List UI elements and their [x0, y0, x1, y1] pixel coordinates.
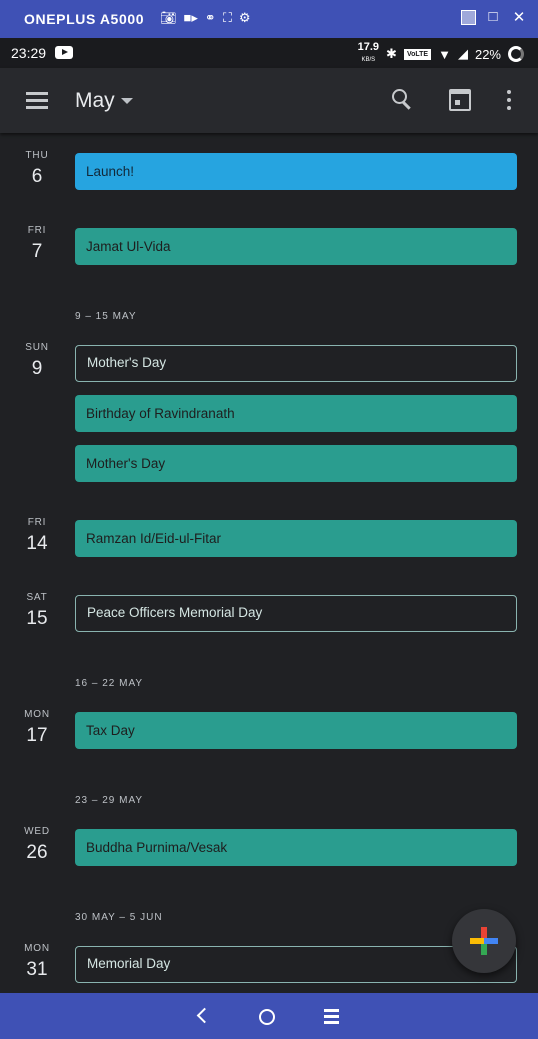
- network-speed: 17.9 KB/S: [357, 41, 380, 65]
- back-icon[interactable]: [196, 1007, 213, 1024]
- weekday: FRI: [27, 517, 47, 528]
- weekday: WED: [24, 826, 50, 837]
- day-label[interactable]: THU 6: [18, 150, 56, 188]
- emulator-toolbar: 📷︎ ■▸ ⚭ ⛶ ⚙︎: [160, 10, 251, 26]
- home-icon[interactable]: [259, 1009, 275, 1025]
- day-label[interactable]: FRI 7: [18, 225, 56, 263]
- battery-percent: 22%: [474, 46, 501, 62]
- event-chip[interactable]: Launch!: [75, 153, 517, 190]
- event-chip[interactable]: Mother's Day: [75, 345, 517, 382]
- event-chip[interactable]: Memorial Day: [75, 946, 517, 983]
- weekday: SAT: [26, 592, 48, 603]
- day-label[interactable]: SAT 15: [18, 592, 56, 630]
- device-title: ONEPLUS A5000: [24, 11, 145, 27]
- dropdown-caret-icon: [120, 98, 133, 105]
- event-chip[interactable]: Peace Officers Memorial Day: [75, 595, 517, 632]
- youtube-icon: [55, 46, 73, 59]
- fullscreen-icon[interactable]: ⛶: [223, 10, 232, 26]
- event-chip[interactable]: Tax Day: [75, 712, 517, 749]
- speed-value: 17.9: [357, 41, 380, 53]
- day-number: 14: [26, 533, 48, 554]
- settings-icon[interactable]: ⚙︎: [239, 10, 251, 26]
- maximize-icon[interactable]: □: [484, 8, 502, 26]
- hamburger-menu-icon[interactable]: [26, 92, 48, 109]
- search-icon[interactable]: [392, 89, 414, 111]
- weekday: SUN: [25, 342, 49, 353]
- event-chip[interactable]: Buddha Purnima/Vesak: [75, 829, 517, 866]
- day-label[interactable]: FRI 14: [18, 517, 56, 555]
- emulator-title-bar: ONEPLUS A5000 📷︎ ■▸ ⚭ ⛶ ⚙︎ □ ✕: [0, 0, 538, 38]
- status-time: 23:29: [11, 45, 47, 61]
- day-number: 9: [31, 358, 43, 379]
- battery-icon: [508, 46, 524, 62]
- more-options-icon[interactable]: [506, 90, 512, 112]
- video-icon[interactable]: ■▸: [184, 10, 198, 26]
- event-chip[interactable]: Birthday of Ravindranath: [75, 395, 517, 432]
- day-number: 6: [31, 166, 43, 187]
- today-calendar-icon[interactable]: [449, 89, 471, 111]
- month-selector[interactable]: May: [75, 89, 133, 113]
- week-range-header: 23 – 29 MAY: [75, 795, 144, 806]
- agenda-list[interactable]: THU 6 Launch! FRI 7 Jamat Ul-Vida 9 – 15 MAY SU…: [0, 133, 538, 993]
- day-label[interactable]: SUN 9: [18, 342, 56, 380]
- week-range-header: 30 MAY – 5 JUN: [75, 912, 163, 923]
- volte-badge: VoLTE: [403, 48, 432, 60]
- event-chip[interactable]: Mother's Day: [75, 445, 517, 482]
- day-number: 7: [31, 241, 43, 262]
- event-chip[interactable]: Jamat Ul-Vida: [75, 228, 517, 265]
- camera-icon[interactable]: 📷︎: [160, 10, 177, 26]
- weekday: MON: [24, 709, 50, 720]
- month-label: May: [75, 89, 115, 112]
- speed-unit: KB/S: [361, 57, 376, 63]
- day-label[interactable]: MON 17: [18, 709, 56, 747]
- day-label[interactable]: WED 26: [18, 826, 56, 864]
- day-number: 26: [26, 842, 48, 863]
- day-number: 31: [26, 959, 48, 980]
- day-number: 17: [26, 725, 48, 746]
- minimize-icon[interactable]: [461, 10, 476, 25]
- headset-icon[interactable]: ⚭: [205, 10, 216, 26]
- day-number: 15: [26, 608, 48, 629]
- close-icon[interactable]: ✕: [510, 8, 528, 26]
- window-controls: □ ✕: [461, 8, 528, 26]
- status-bar: 23:29 17.9 KB/S ✱ VoLTE ▼ ◢ 22%: [0, 38, 538, 68]
- navigation-bar: [0, 993, 538, 1039]
- day-label[interactable]: MON 31: [18, 943, 56, 981]
- signal-icon: ◢: [457, 46, 468, 61]
- weekday: THU: [25, 150, 49, 161]
- wifi-icon: ▼: [438, 46, 451, 62]
- event-chip[interactable]: Ramzan Id/Eid-ul-Fitar: [75, 520, 517, 557]
- weekday: FRI: [27, 225, 47, 236]
- menu-lines-icon[interactable]: [324, 1009, 339, 1024]
- weekday: MON: [24, 943, 50, 954]
- app-bar: May: [0, 68, 538, 133]
- create-event-button[interactable]: [452, 909, 516, 973]
- week-range-header: 9 – 15 MAY: [75, 311, 137, 322]
- week-range-header: 16 – 22 MAY: [75, 678, 144, 689]
- bluetooth-icon: ✱: [386, 46, 397, 61]
- status-indicators: 17.9 KB/S ✱ VoLTE ▼ ◢ 22%: [357, 41, 524, 65]
